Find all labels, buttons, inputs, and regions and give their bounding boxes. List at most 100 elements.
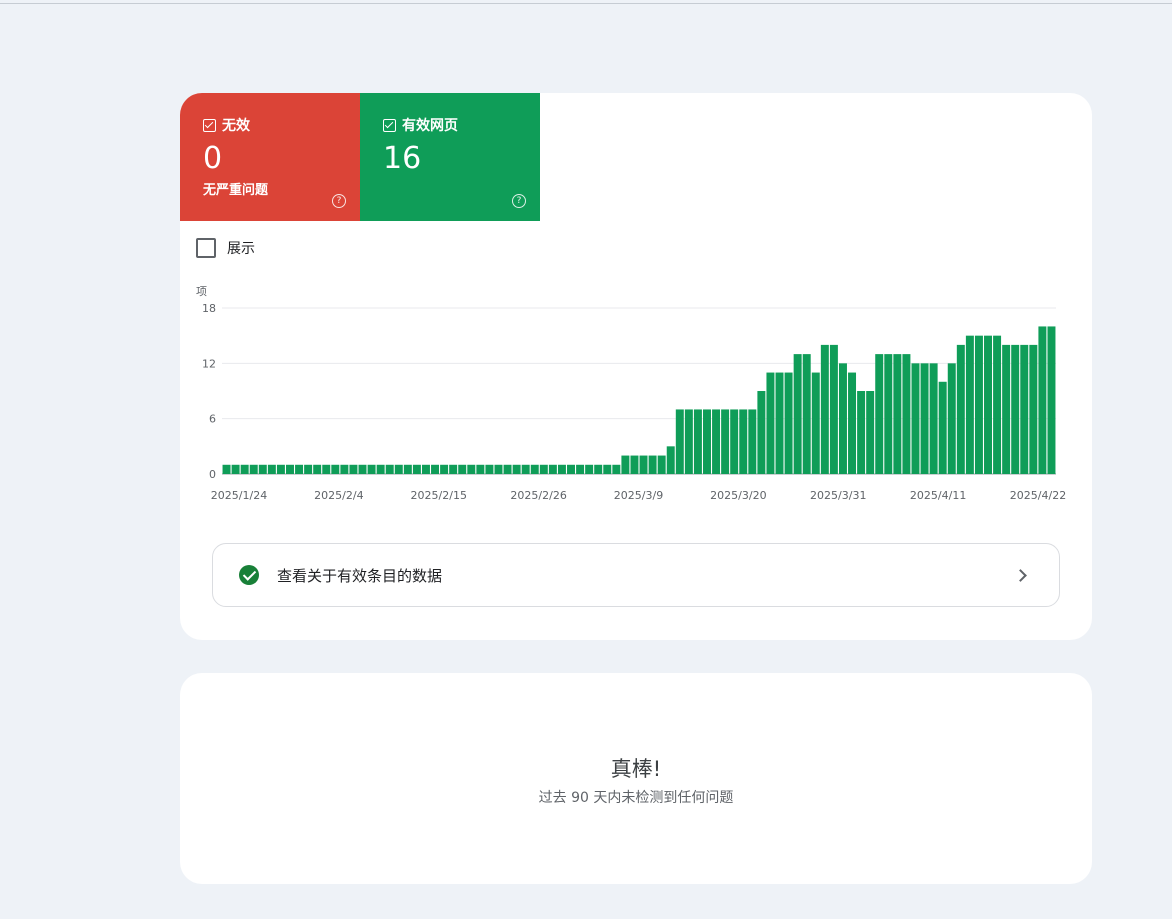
bar	[820, 344, 829, 474]
bar	[286, 464, 294, 474]
bar	[1038, 326, 1047, 474]
check-circle-icon	[239, 565, 259, 585]
bar	[848, 372, 857, 474]
bar	[993, 335, 1002, 474]
bar	[512, 464, 521, 474]
invalid-tile[interactable]: 无效 0 无严重问题 ?	[180, 93, 360, 221]
bar	[585, 464, 594, 474]
bar	[621, 455, 630, 474]
show-label: 展示	[227, 241, 255, 257]
bar	[802, 354, 811, 474]
bar	[1047, 326, 1056, 474]
bar	[539, 464, 548, 474]
bar	[639, 455, 648, 474]
bar	[340, 464, 349, 474]
bar	[367, 464, 376, 474]
bar	[838, 363, 847, 474]
bar	[893, 354, 902, 474]
bar	[476, 464, 485, 474]
bar	[784, 372, 793, 474]
bar	[857, 391, 866, 474]
bar	[240, 464, 249, 474]
invalid-sub: 无严重问题	[203, 183, 269, 198]
bar	[231, 464, 240, 474]
bar	[675, 409, 684, 474]
view-valid-items-label: 查看关于有效条目的数据	[277, 566, 443, 585]
bar	[965, 335, 974, 474]
bar	[612, 464, 621, 474]
y-tick-label: 12	[202, 357, 216, 370]
bar	[530, 464, 539, 474]
invalid-count: 0	[203, 141, 223, 176]
bar	[739, 409, 748, 474]
bar	[295, 464, 304, 474]
bar	[984, 335, 992, 474]
bar	[458, 464, 467, 474]
top-divider	[0, 3, 1172, 4]
status-card: 无效 0 无严重问题 ? 有效网页 16 ? 展示 项 0 6 12 18 2025/1/…	[180, 93, 1092, 640]
bar	[712, 409, 721, 474]
bar	[1002, 344, 1011, 474]
bar	[376, 464, 385, 474]
bar	[793, 354, 802, 474]
bar	[920, 363, 929, 474]
bar	[304, 464, 313, 474]
bar	[503, 464, 512, 474]
x-tick-label: 2025/1/24	[211, 489, 267, 502]
bar	[576, 464, 585, 474]
y-tick-label: 18	[202, 302, 216, 315]
bar	[811, 372, 820, 474]
no-issues-subtitle: 过去 90 天内未检测到任何问题	[538, 790, 734, 806]
valid-label: 有效网页	[402, 118, 458, 134]
bar	[603, 464, 612, 474]
bar	[358, 464, 367, 474]
bar	[594, 464, 603, 474]
bar	[721, 409, 730, 474]
bar	[1011, 344, 1020, 474]
bar	[829, 344, 838, 474]
bar	[956, 344, 965, 474]
no-issues-title: 真棒!	[610, 757, 662, 781]
help-icon[interactable]: ?	[512, 194, 526, 208]
help-icon[interactable]: ?	[332, 194, 346, 208]
bar	[394, 464, 403, 474]
bar	[666, 446, 675, 474]
show-checkbox[interactable]	[196, 238, 216, 258]
bar	[521, 464, 530, 474]
valid-tile[interactable]: 有效网页 16 ?	[360, 93, 540, 221]
checkbox-icon[interactable]	[203, 118, 216, 132]
bar	[313, 464, 322, 474]
bar	[412, 464, 421, 474]
y-tick-label: 6	[209, 413, 216, 426]
checkbox-icon[interactable]	[383, 118, 396, 132]
y-tick-label: 0	[209, 468, 216, 481]
x-tick-label: 2025/3/9	[614, 489, 663, 502]
bar	[403, 464, 412, 474]
bar	[440, 464, 449, 474]
bar	[349, 464, 358, 474]
no-issues-card: 真棒! 过去 90 天内未检测到任何问题	[180, 673, 1092, 884]
bar	[1020, 344, 1029, 474]
bar	[947, 363, 956, 474]
bar	[567, 464, 575, 474]
bar	[249, 464, 258, 474]
x-tick-label: 2025/2/4	[314, 489, 363, 502]
x-tick-label: 2025/3/31	[810, 489, 866, 502]
bar	[911, 363, 920, 474]
bar	[929, 363, 938, 474]
x-tick-label: 2025/4/22	[1010, 489, 1066, 502]
bar	[757, 391, 766, 474]
bar	[385, 464, 394, 474]
bar	[974, 335, 983, 474]
x-tick-label: 2025/3/20	[710, 489, 766, 502]
bar	[431, 464, 440, 474]
show-toggle[interactable]: 展示	[196, 238, 255, 258]
bar	[1029, 344, 1038, 474]
bar	[657, 455, 666, 474]
view-valid-items-link[interactable]: 查看关于有效条目的数据	[212, 543, 1060, 607]
bar	[938, 381, 947, 474]
bar	[703, 409, 711, 474]
bar	[467, 464, 476, 474]
bar	[866, 391, 875, 474]
bar	[267, 464, 276, 474]
